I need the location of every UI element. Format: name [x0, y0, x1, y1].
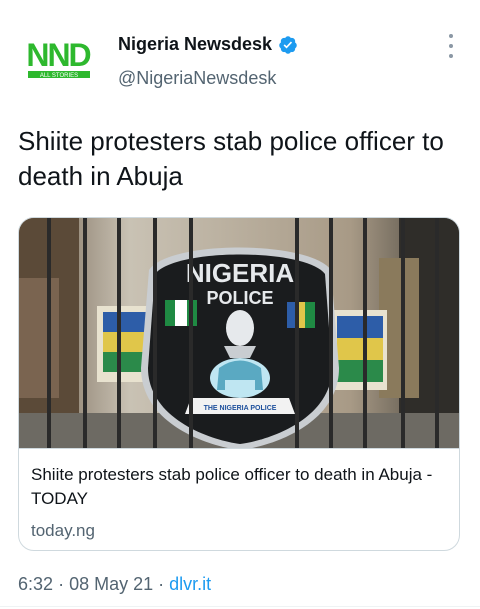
svg-text:THE NIGERIA POLICE: THE NIGERIA POLICE	[204, 405, 277, 412]
avatar[interactable]: NND ALL STORIES	[18, 36, 98, 84]
display-name-text: Nigeria Newsdesk	[118, 34, 273, 54]
tweet-source-link[interactable]: dlvr.it	[169, 574, 211, 594]
tweet-meta: 6:32 · 08 May 21 · dlvr.it	[18, 574, 211, 595]
account-handle[interactable]: @NigeriaNewsdesk	[118, 68, 276, 89]
svg-text:POLICE: POLICE	[206, 288, 273, 308]
card-info[interactable]: Shiite protesters stab police officer to…	[19, 448, 459, 550]
svg-text:NIGERIA: NIGERIA	[186, 258, 295, 288]
divider	[0, 606, 480, 607]
svg-text:NND: NND	[26, 37, 90, 73]
tweet-time[interactable]: 6:32	[18, 574, 53, 594]
nnd-logo: NND ALL STORIES	[26, 37, 92, 79]
link-card[interactable]: NIGERIA POLICE THE NIGERIA POLICE Shiite…	[18, 217, 460, 551]
verified-badge-icon	[279, 35, 297, 54]
card-title: Shiite protesters stab police officer to…	[31, 465, 433, 508]
card-domain: today.ng	[31, 521, 95, 540]
meta-separator: ·	[158, 574, 170, 594]
svg-text:ALL STORIES: ALL STORIES	[40, 73, 78, 79]
tweet-text: Shiite protesters stab police officer to…	[18, 126, 444, 191]
tweet-date[interactable]: 08 May 21	[69, 574, 153, 594]
display-name[interactable]: Nigeria Newsdesk	[118, 34, 298, 55]
card-image[interactable]: NIGERIA POLICE THE NIGERIA POLICE	[19, 218, 460, 448]
more-options-icon[interactable]	[446, 34, 456, 58]
meta-separator: ·	[58, 574, 70, 594]
